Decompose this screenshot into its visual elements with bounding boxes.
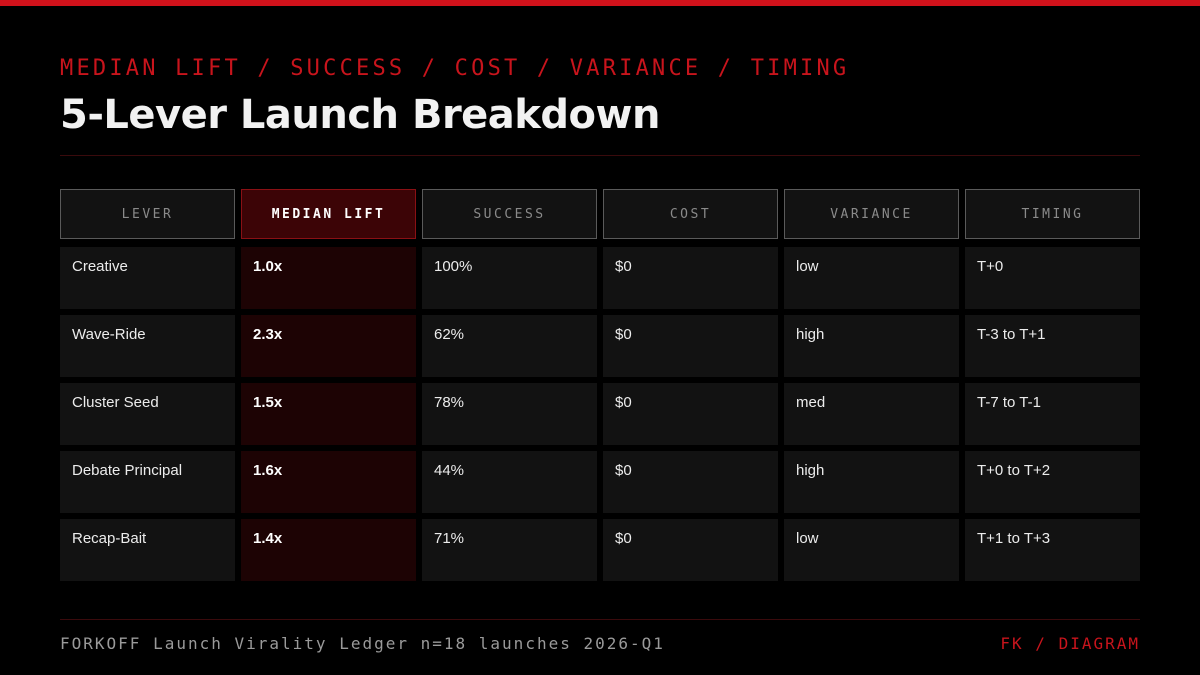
median-lift-cell: 1.5x <box>241 383 416 445</box>
footer-divider <box>60 619 1140 620</box>
median-lift-cell: 1.4x <box>241 519 416 581</box>
lever-cell: Wave-Ride <box>60 315 235 377</box>
column-header-success: SUCCESS <box>422 189 597 239</box>
median-lift-cell: 1.0x <box>241 247 416 309</box>
column-header-timing: TIMING <box>965 189 1140 239</box>
success-cell: 78% <box>422 383 597 445</box>
table-row: Debate Principal 1.6x 44% $0 high T+0 to… <box>60 451 1140 513</box>
variance-cell: high <box>784 315 959 377</box>
table-row: Cluster Seed 1.5x 78% $0 med T-7 to T-1 <box>60 383 1140 445</box>
variance-cell: med <box>784 383 959 445</box>
variance-cell: low <box>784 519 959 581</box>
variance-cell: low <box>784 247 959 309</box>
header-divider <box>60 155 1140 156</box>
success-cell: 44% <box>422 451 597 513</box>
lever-cell: Recap-Bait <box>60 519 235 581</box>
cost-cell: $0 <box>603 247 778 309</box>
table-row: Recap-Bait 1.4x 71% $0 low T+1 to T+3 <box>60 519 1140 581</box>
lever-cell: Debate Principal <box>60 451 235 513</box>
lever-table: LEVER MEDIAN LIFT SUCCESS COST VARIANCE … <box>60 189 1140 587</box>
table-row: Creative 1.0x 100% $0 low T+0 <box>60 247 1140 309</box>
page-title: 5-Lever Launch Breakdown <box>60 92 660 138</box>
table-row: Wave-Ride 2.3x 62% $0 high T-3 to T+1 <box>60 315 1140 377</box>
column-header-cost: COST <box>603 189 778 239</box>
cost-cell: $0 <box>603 519 778 581</box>
timing-cell: T-3 to T+1 <box>965 315 1140 377</box>
cost-cell: $0 <box>603 383 778 445</box>
median-lift-cell: 1.6x <box>241 451 416 513</box>
cost-cell: $0 <box>603 315 778 377</box>
column-header-variance: VARIANCE <box>784 189 959 239</box>
column-header-lever: LEVER <box>60 189 235 239</box>
eyebrow-label: MEDIAN LIFT / SUCCESS / COST / VARIANCE … <box>60 56 850 81</box>
lever-cell: Creative <box>60 247 235 309</box>
table-header-row: LEVER MEDIAN LIFT SUCCESS COST VARIANCE … <box>60 189 1140 239</box>
source-caption: FORKOFF Launch Virality Ledger n=18 laun… <box>60 634 665 653</box>
success-cell: 100% <box>422 247 597 309</box>
diagram-tag: FK / DIAGRAM <box>1000 634 1140 653</box>
timing-cell: T+0 <box>965 247 1140 309</box>
cost-cell: $0 <box>603 451 778 513</box>
timing-cell: T-7 to T-1 <box>965 383 1140 445</box>
lever-cell: Cluster Seed <box>60 383 235 445</box>
column-header-median-lift: MEDIAN LIFT <box>241 189 416 239</box>
success-cell: 71% <box>422 519 597 581</box>
success-cell: 62% <box>422 315 597 377</box>
variance-cell: high <box>784 451 959 513</box>
timing-cell: T+1 to T+3 <box>965 519 1140 581</box>
timing-cell: T+0 to T+2 <box>965 451 1140 513</box>
top-accent-bar <box>0 0 1200 6</box>
median-lift-cell: 2.3x <box>241 315 416 377</box>
